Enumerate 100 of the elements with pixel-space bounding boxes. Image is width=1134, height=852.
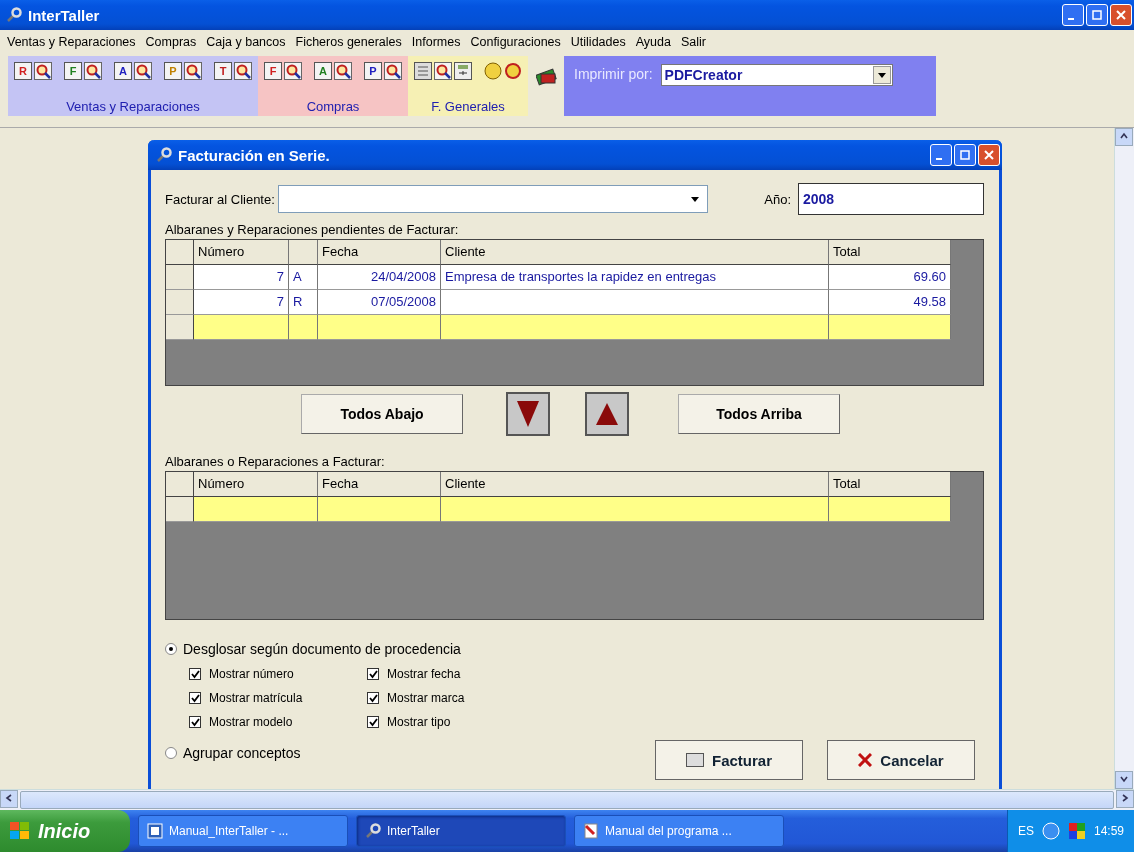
table-cell: 69.60 (829, 265, 951, 290)
new-row-cell[interactable] (441, 315, 829, 340)
search-icon[interactable] (134, 62, 152, 80)
search-icon[interactable] (234, 62, 252, 80)
menu-item[interactable]: Informes (406, 35, 466, 49)
menu-item[interactable]: Ventas y Reparaciones (2, 35, 141, 49)
table-cell: 24/04/2008 (318, 265, 441, 290)
new-row-cell[interactable] (829, 497, 951, 522)
new-row-cell[interactable] (194, 497, 318, 522)
toolbar-button[interactable]: A (114, 62, 132, 80)
cancel-button[interactable]: Cancelar (827, 740, 975, 780)
new-row-cell[interactable] (289, 315, 318, 340)
radio-button[interactable] (165, 747, 177, 759)
search-icon[interactable] (184, 62, 202, 80)
up-triangle-icon (596, 403, 618, 425)
row-header[interactable] (166, 497, 194, 522)
list-icon[interactable] (414, 62, 432, 80)
new-row-cell[interactable] (318, 497, 441, 522)
dropdown-arrow-icon (877, 72, 886, 78)
search-icon[interactable] (334, 62, 352, 80)
table-cell: Empresa de transportes la rapidez en entregas (441, 265, 829, 290)
maximize-button[interactable] (1086, 4, 1108, 26)
new-row-cell[interactable] (318, 315, 441, 340)
new-row-cell[interactable] (194, 315, 289, 340)
table-cell: 7 (194, 265, 289, 290)
row-header[interactable] (166, 265, 194, 290)
taskbar-button[interactable]: InterTaller (356, 815, 566, 847)
new-row-cell[interactable] (441, 497, 829, 522)
minimize-button[interactable] (1062, 4, 1084, 26)
new-row-cell[interactable] (829, 315, 951, 340)
group-label: F. Generales (430, 99, 506, 114)
checkbox[interactable] (189, 716, 201, 728)
scroll-up-button[interactable] (1115, 128, 1133, 146)
printer-select[interactable]: PDFCreator (660, 64, 893, 86)
move-all-up-button[interactable]: Todos Arriba (678, 394, 840, 434)
menu-item[interactable]: Caja y bancos (201, 35, 291, 49)
column-header: Fecha (318, 472, 441, 497)
scroll-down-button[interactable] (1115, 771, 1133, 789)
taskbar-button[interactable]: Manual_InterTaller - ... (138, 815, 348, 847)
horizontal-scrollbar[interactable] (0, 789, 1134, 810)
radio-label: Desglosar según documento de procedencia (183, 641, 461, 657)
menu-item[interactable]: Ficheros generales (290, 35, 407, 49)
menu-item[interactable]: Salir (675, 35, 711, 49)
face-icon[interactable] (484, 62, 502, 80)
toolbar-button[interactable]: P (364, 62, 382, 80)
scroll-left-button[interactable] (0, 790, 18, 808)
calculator-icon[interactable] (454, 62, 472, 80)
document-icon (686, 753, 704, 767)
checkbox[interactable] (189, 692, 201, 704)
move-down-button[interactable] (506, 392, 550, 436)
column-header: Cliente (441, 240, 829, 265)
scroll-thumb[interactable] (20, 791, 1114, 809)
menu-item[interactable]: Configuraciones (465, 35, 566, 49)
search-icon[interactable] (84, 62, 102, 80)
tray-icon[interactable] (1067, 822, 1086, 840)
row-header[interactable] (166, 315, 194, 340)
close-button[interactable] (978, 144, 1000, 166)
toolbar-button[interactable]: F (64, 62, 82, 80)
field-label: Facturar al Cliente: (165, 191, 275, 207)
row-header[interactable] (166, 290, 194, 315)
column-header: Número (194, 240, 289, 265)
field-label: Año: (764, 191, 791, 207)
close-icon (984, 150, 994, 160)
move-all-down-button[interactable]: Todos Abajo (301, 394, 463, 434)
checkbox[interactable] (367, 716, 379, 728)
toolbar-button[interactable]: A (314, 62, 332, 80)
menu-item[interactable]: Utilidades (565, 35, 631, 49)
client-combo-field[interactable] (277, 185, 708, 213)
search-icon[interactable] (284, 62, 302, 80)
search-icon[interactable] (34, 62, 52, 80)
checkbox[interactable] (189, 668, 201, 680)
group-label: Ventas y Reparaciones (65, 99, 201, 114)
search-icon[interactable] (434, 62, 452, 80)
checkbox[interactable] (367, 692, 379, 704)
toolbar-button[interactable]: R (14, 62, 32, 80)
move-up-button[interactable] (585, 392, 629, 436)
radio-button[interactable] (165, 643, 177, 655)
maximize-button[interactable] (954, 144, 976, 166)
tray-icon[interactable] (1041, 822, 1060, 840)
cross-icon (858, 753, 873, 767)
toolbar-button[interactable]: T (214, 62, 232, 80)
scroll-right-button[interactable] (1116, 790, 1134, 808)
toolbar-button[interactable]: F (264, 62, 282, 80)
face-search-icon[interactable] (504, 62, 522, 80)
minimize-icon (936, 158, 942, 160)
year-field[interactable]: 2008 (798, 183, 984, 215)
search-icon[interactable] (384, 62, 402, 80)
taskbar-button[interactable]: Manual del programa ... (574, 815, 784, 847)
minimize-icon (1068, 18, 1074, 20)
table-cell: 07/05/2008 (318, 290, 441, 315)
checkbox[interactable] (367, 668, 379, 680)
cash-icon[interactable] (536, 66, 558, 86)
start-button[interactable]: Inicio (0, 810, 130, 852)
minimize-button[interactable] (930, 144, 952, 166)
menu-item[interactable]: Ayuda (630, 35, 676, 49)
vertical-scrollbar[interactable] (1114, 128, 1134, 789)
menu-item[interactable]: Compras (140, 35, 202, 49)
maximize-icon (960, 150, 970, 160)
close-button[interactable] (1110, 4, 1132, 26)
invoice-button[interactable]: Facturar (655, 740, 803, 780)
